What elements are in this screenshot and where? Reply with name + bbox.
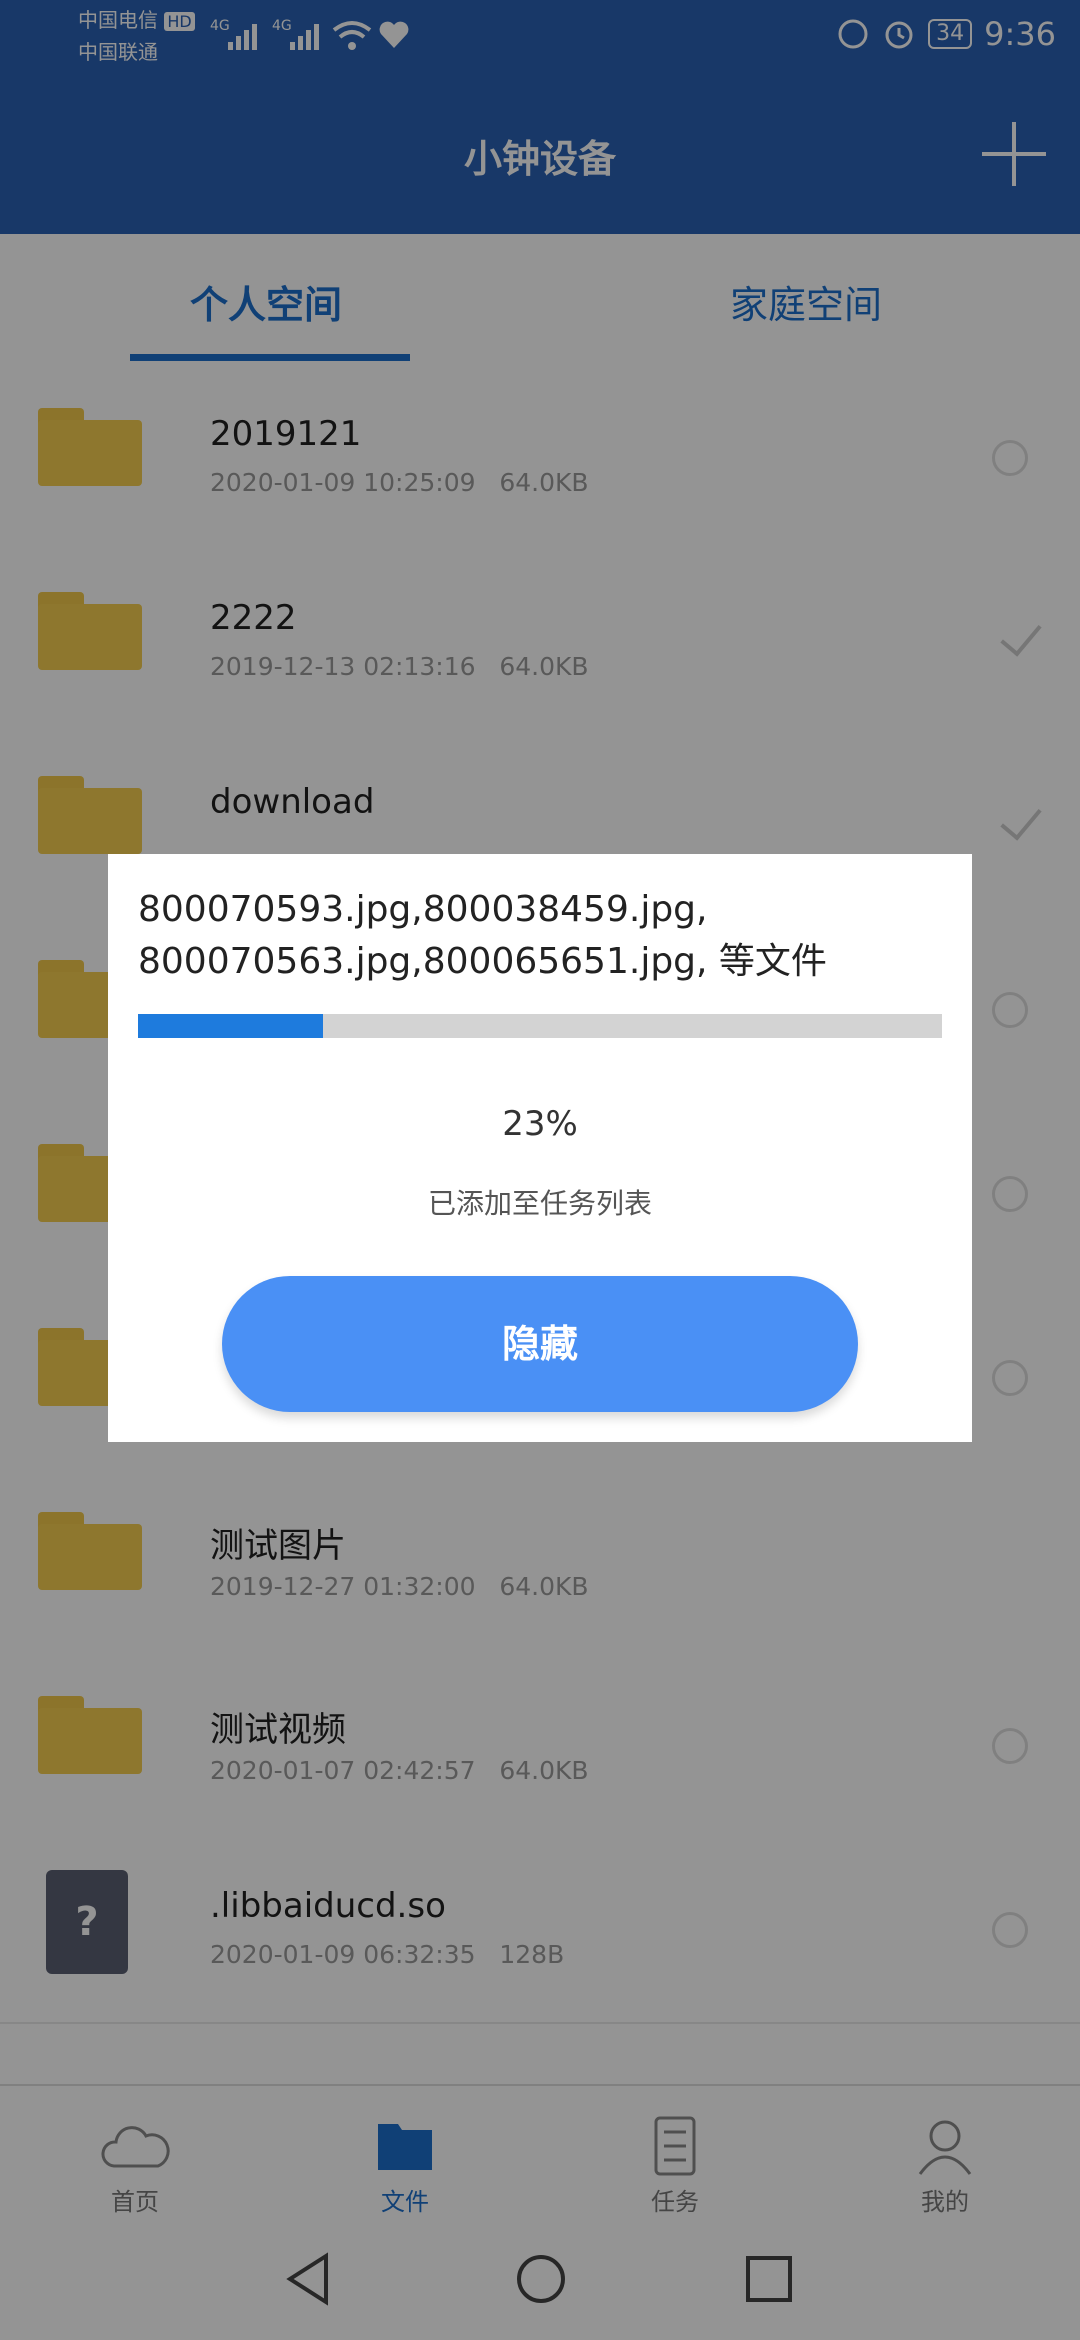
progress-percent: 23%: [502, 1104, 578, 1144]
file-list-line-1: 800070593.jpg,800038459.jpg,: [138, 889, 708, 930]
progress-fill: [138, 1014, 323, 1038]
file-list-text: 800070593.jpg,800038459.jpg, 800070563.j…: [138, 884, 938, 988]
status-message: 已添加至任务列表: [427, 1187, 652, 1220]
hide-button[interactable]: 隐藏: [222, 1276, 858, 1412]
upload-progress-dialog: 800070593.jpg,800038459.jpg, 800070563.j…: [108, 854, 972, 1442]
file-list-line-2: 800070563.jpg,800065651.jpg, 等文件: [138, 941, 827, 982]
progress-bar: [138, 1014, 942, 1038]
